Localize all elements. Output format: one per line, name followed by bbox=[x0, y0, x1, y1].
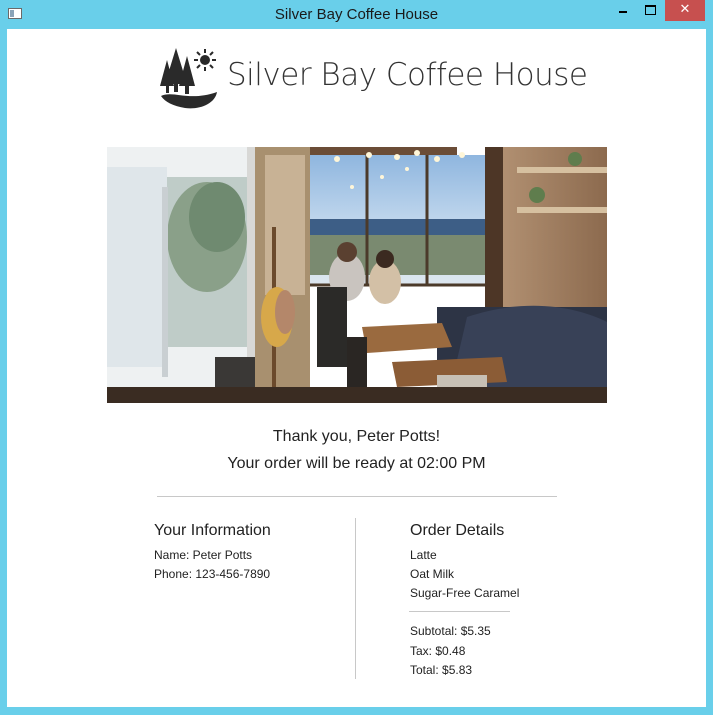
cafe-interior-photo bbox=[107, 147, 607, 403]
order-item: Oat Milk bbox=[410, 567, 455, 581]
content-area: Silver Bay Coffee House Thank you, Peter… bbox=[7, 29, 706, 707]
totals-divider bbox=[409, 611, 510, 612]
window-title: Silver Bay Coffee House bbox=[274, 6, 439, 23]
close-button[interactable]: ✕ bbox=[665, 0, 705, 21]
divider bbox=[157, 496, 557, 497]
maximize-button[interactable] bbox=[637, 0, 664, 21]
minimize-button[interactable] bbox=[609, 0, 636, 21]
close-icon: ✕ bbox=[679, 2, 691, 17]
brand-name: Silver Bay Coffee House bbox=[227, 57, 588, 93]
order-details-heading: Order Details bbox=[410, 522, 505, 539]
thank-you-message: Thank you, Peter Potts! bbox=[272, 428, 441, 445]
customer-phone: Phone: 123-456-7890 bbox=[154, 567, 271, 581]
customer-name: Name: Peter Potts bbox=[154, 548, 253, 562]
subtotal: Subtotal: $5.35 bbox=[410, 624, 491, 638]
ready-time-message: Your order will be ready at 02:00 PM bbox=[227, 455, 486, 472]
your-information-heading: Your Information bbox=[154, 522, 271, 539]
maximize-icon bbox=[645, 5, 656, 15]
tax: Tax: $0.48 bbox=[410, 644, 466, 658]
title-bar[interactable]: Silver Bay Coffee House ✕ bbox=[0, 0, 713, 29]
order-item: Sugar-Free Caramel bbox=[410, 586, 520, 600]
trees-sun-logo-icon bbox=[159, 46, 219, 110]
app-window: Silver Bay Coffee House ✕ Silver Bay Cof… bbox=[0, 0, 713, 715]
order-item: Latte bbox=[410, 548, 437, 562]
minimize-icon bbox=[618, 11, 627, 13]
total: Total: $5.83 bbox=[410, 663, 473, 677]
column-divider bbox=[355, 518, 356, 679]
